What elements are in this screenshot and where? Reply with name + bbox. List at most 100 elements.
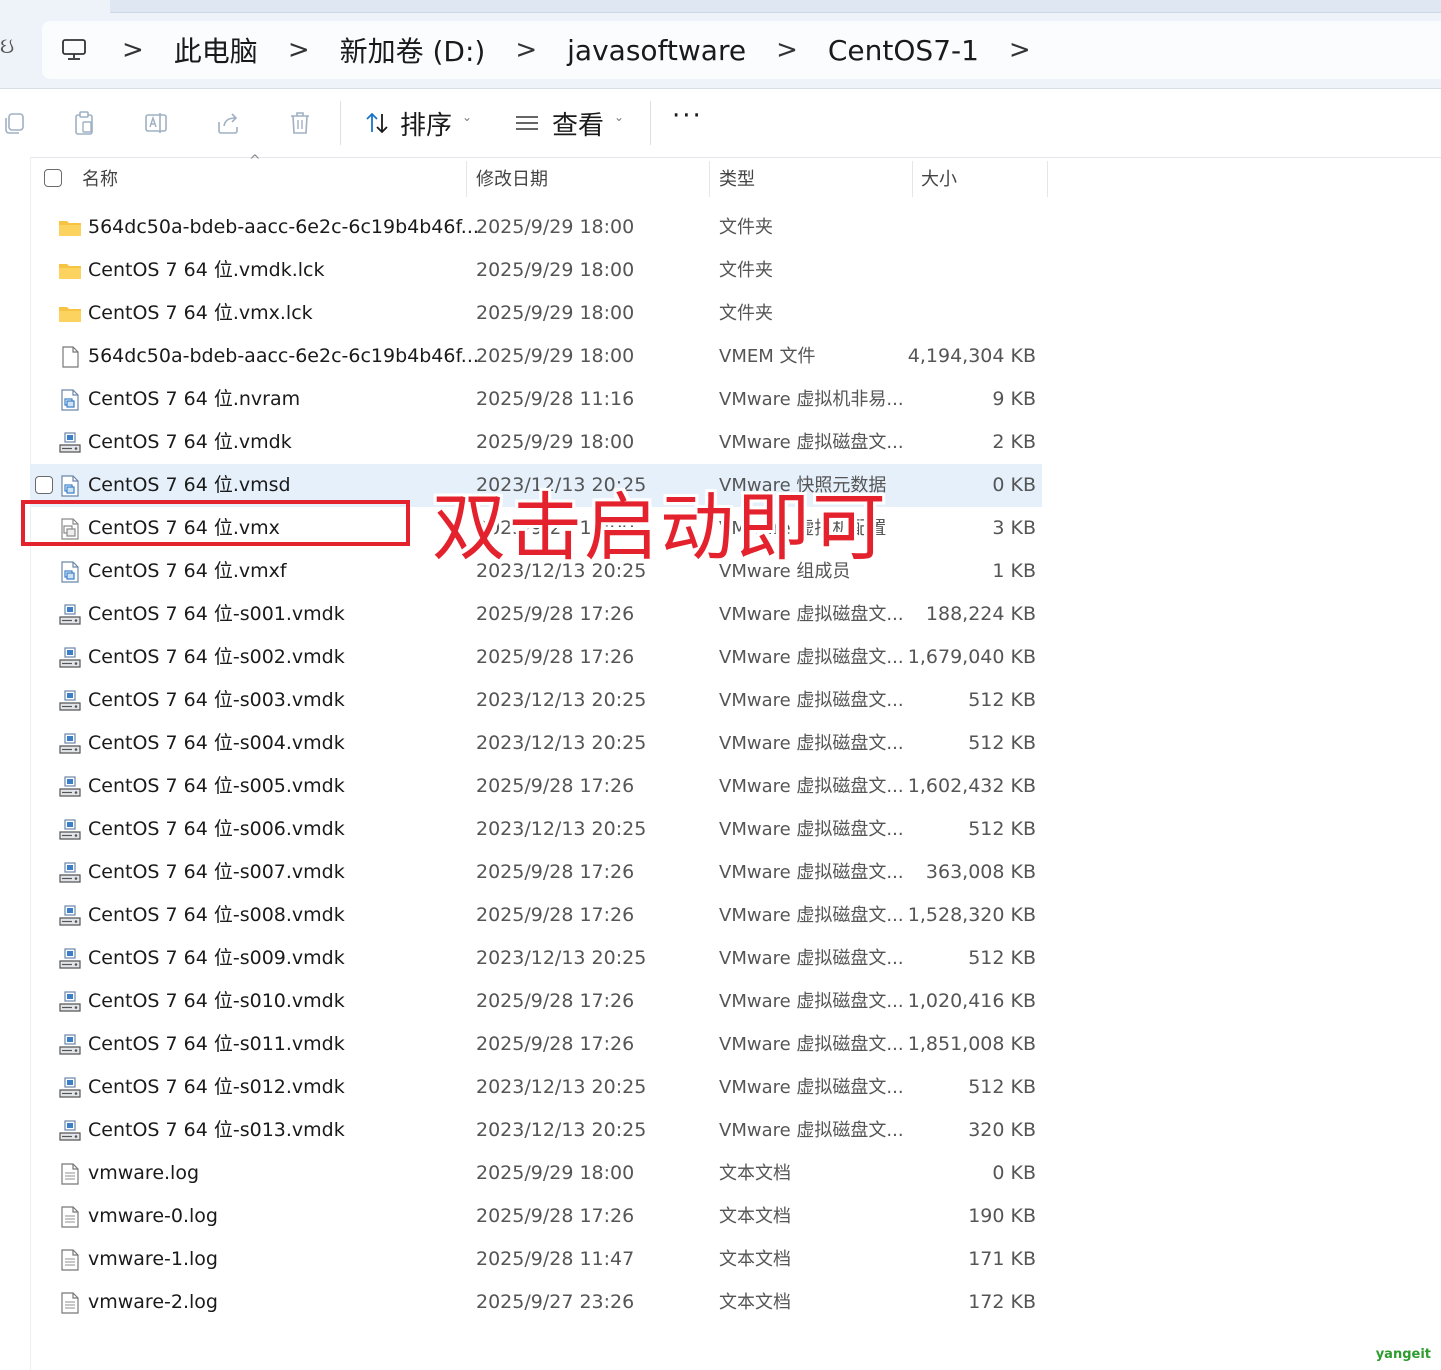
- file-name: CentOS 7 64 位.nvram: [88, 388, 301, 410]
- paste-icon[interactable]: [70, 109, 98, 137]
- file-row[interactable]: 564dc50a-bdeb-aacc-6e2c-6c19b4b46f... 202…: [30, 335, 1042, 378]
- breadcrumb-drive-d[interactable]: 新加卷 (D:): [340, 30, 486, 70]
- file-row[interactable]: vmware-0.log 2025/9/28 17:26 文本文档 190 KB: [30, 1195, 1042, 1238]
- file-size: 0 KB: [992, 1162, 1036, 1184]
- file-size: 3 KB: [992, 517, 1036, 539]
- delete-icon[interactable]: [286, 109, 314, 137]
- chevron-right-icon[interactable]: >: [515, 37, 537, 63]
- chevron-right-icon[interactable]: >: [288, 37, 310, 63]
- file-size: 1,528,320 KB: [907, 904, 1036, 926]
- chevron-right-icon[interactable]: >: [1009, 37, 1031, 63]
- vmware-file-icon: [58, 388, 82, 412]
- file-row[interactable]: vmware-1.log 2025/9/28 11:47 文本文档 171 KB: [30, 1238, 1042, 1281]
- column-header-modified[interactable]: 修改日期: [476, 157, 548, 199]
- file-modified-date: 2025/9/28 17:26: [476, 990, 635, 1012]
- file-type: 文件夹: [719, 260, 773, 281]
- file-size: 0 KB: [992, 474, 1036, 496]
- file-size: 512 KB: [968, 818, 1036, 840]
- file-size: 9 KB: [992, 388, 1036, 410]
- file-row[interactable]: CentOS 7 64 位-s013.vmdk 2023/12/13 20:25 V…: [30, 1109, 1042, 1152]
- file-row[interactable]: CentOS 7 64 位-s001.vmdk 2025/9/28 17:26 VM…: [30, 593, 1042, 636]
- share-icon[interactable]: [214, 109, 242, 137]
- vmware-disk-icon: [58, 861, 82, 885]
- vmware-file-icon: [58, 474, 82, 498]
- file-row[interactable]: CentOS 7 64 位-s004.vmdk 2023/12/13 20:25 V…: [30, 722, 1042, 765]
- file-type: VMware 虚拟磁盘文...: [719, 862, 904, 883]
- file-row[interactable]: CentOS 7 64 位-s010.vmdk 2025/9/28 17:26 VM…: [30, 980, 1042, 1023]
- watermark: yangeit: [1375, 1347, 1431, 1362]
- sort-icon: [364, 110, 390, 136]
- select-all-checkbox[interactable]: [44, 157, 62, 199]
- toolbar-divider: [650, 101, 651, 145]
- file-type: VMware 虚拟机非易...: [719, 389, 904, 410]
- folder-icon: [58, 259, 82, 283]
- file-row[interactable]: CentOS 7 64 位-s008.vmdk 2025/9/28 17:26 VM…: [30, 894, 1042, 937]
- file-row[interactable]: CentOS 7 64 位-s009.vmdk 2023/12/13 20:25 V…: [30, 937, 1042, 980]
- file-row[interactable]: CentOS 7 64 位-s006.vmdk 2023/12/13 20:25 V…: [30, 808, 1042, 851]
- blank-file-icon: [58, 345, 82, 369]
- file-name: vmware-1.log: [88, 1248, 218, 1270]
- view-button[interactable]: 查看 ⌄: [514, 105, 624, 141]
- address-bar[interactable]: > 此电脑 > 新加卷 (D:) > javasoftware > CentOS…: [42, 21, 1441, 79]
- file-row[interactable]: CentOS 7 64 位-s003.vmdk 2023/12/13 20:25 V…: [30, 679, 1042, 722]
- file-size: 512 KB: [968, 689, 1036, 711]
- file-modified-date: 2025/9/27 23:26: [476, 1291, 635, 1313]
- chevron-down-icon: ⌄: [614, 110, 625, 124]
- file-row[interactable]: CentOS 7 64 位-s005.vmdk 2025/9/28 17:26 VM…: [30, 765, 1042, 808]
- rename-icon[interactable]: [142, 109, 170, 137]
- view-list-icon: [514, 113, 540, 133]
- chevron-right-icon[interactable]: >: [776, 37, 798, 63]
- column-resize-handle[interactable]: [709, 161, 710, 197]
- breadcrumb-centos7-1[interactable]: CentOS7-1: [828, 34, 979, 67]
- copy-icon[interactable]: [0, 109, 28, 137]
- file-name: CentOS 7 64 位-s003.vmdk: [88, 689, 345, 711]
- column-header-name[interactable]: 名称: [82, 157, 118, 199]
- file-row[interactable]: CentOS 7 64 位-s002.vmdk 2025/9/28 17:26 VM…: [30, 636, 1042, 679]
- file-type: 文本文档: [719, 1206, 791, 1227]
- file-type: VMware 虚拟磁盘文...: [719, 991, 904, 1012]
- file-row[interactable]: CentOS 7 64 位-s007.vmdk 2025/9/28 17:26 VM…: [30, 851, 1042, 894]
- tab-edge: [110, 0, 1441, 13]
- nav-back-glyph[interactable]: ઇ: [0, 34, 14, 59]
- file-size: 1 KB: [992, 560, 1036, 582]
- vmware-disk-icon: [58, 646, 82, 670]
- file-row[interactable]: CentOS 7 64 位.vmdk 2025/9/29 18:00 VMware …: [30, 421, 1042, 464]
- file-row[interactable]: vmware-2.log 2025/9/27 23:26 文本文档 172 KB: [30, 1281, 1042, 1324]
- more-options-button[interactable]: ···: [672, 101, 703, 131]
- file-name: CentOS 7 64 位-s007.vmdk: [88, 861, 345, 883]
- file-modified-date: 2025/9/28 17:26: [476, 861, 635, 883]
- chevron-right-icon[interactable]: >: [122, 37, 144, 63]
- column-resize-handle[interactable]: [466, 161, 467, 197]
- row-checkbox[interactable]: [35, 476, 53, 494]
- file-type: VMware 虚拟磁盘文...: [719, 1077, 904, 1098]
- sort-label: 排序: [400, 110, 453, 141]
- file-name: CentOS 7 64 位-s002.vmdk: [88, 646, 345, 668]
- breadcrumb-javasoftware[interactable]: javasoftware: [567, 34, 746, 67]
- file-row[interactable]: CentOS 7 64 位.vmdk.lck 2025/9/29 18:00 文件夹: [30, 249, 1042, 292]
- sort-button[interactable]: 排序 ⌄: [364, 105, 472, 141]
- file-modified-date: 2023/12/13 20:25: [476, 1076, 647, 1098]
- file-name: CentOS 7 64 位.vmdk: [88, 431, 292, 453]
- file-row[interactable]: CentOS 7 64 位.vmx.lck 2025/9/29 18:00 文件夹: [30, 292, 1042, 335]
- column-header-type[interactable]: 类型: [719, 157, 755, 199]
- column-resize-handle[interactable]: [1047, 161, 1048, 197]
- file-row[interactable]: CentOS 7 64 位-s011.vmdk 2025/9/28 17:26 VM…: [30, 1023, 1042, 1066]
- file-row[interactable]: 564dc50a-bdeb-aacc-6e2c-6c19b4b46f... 202…: [30, 206, 1042, 249]
- vmware-disk-icon: [58, 431, 82, 455]
- file-size: 2 KB: [992, 431, 1036, 453]
- file-row[interactable]: CentOS 7 64 位-s012.vmdk 2023/12/13 20:25 V…: [30, 1066, 1042, 1109]
- file-type: VMware 虚拟磁盘文...: [719, 776, 904, 797]
- file-size: 1,851,008 KB: [907, 1033, 1036, 1055]
- file-name: CentOS 7 64 位-s001.vmdk: [88, 603, 345, 625]
- column-header-size[interactable]: 大小: [921, 157, 957, 199]
- file-type: VMware 虚拟磁盘文...: [719, 432, 904, 453]
- file-modified-date: 2025/9/28 17:26: [476, 1205, 635, 1227]
- file-type: VMware 虚拟磁盘文...: [719, 733, 904, 754]
- computer-icon[interactable]: [56, 32, 92, 68]
- file-row[interactable]: CentOS 7 64 位.nvram 2025/9/28 11:16 VMware…: [30, 378, 1042, 421]
- file-size: 1,602,432 KB: [907, 775, 1036, 797]
- file-row[interactable]: vmware.log 2025/9/29 18:00 文本文档 0 KB: [30, 1152, 1042, 1195]
- file-modified-date: 2025/9/28 17:26: [476, 1033, 635, 1055]
- breadcrumb-this-pc[interactable]: 此电脑: [174, 30, 258, 70]
- column-resize-handle[interactable]: [912, 161, 913, 197]
